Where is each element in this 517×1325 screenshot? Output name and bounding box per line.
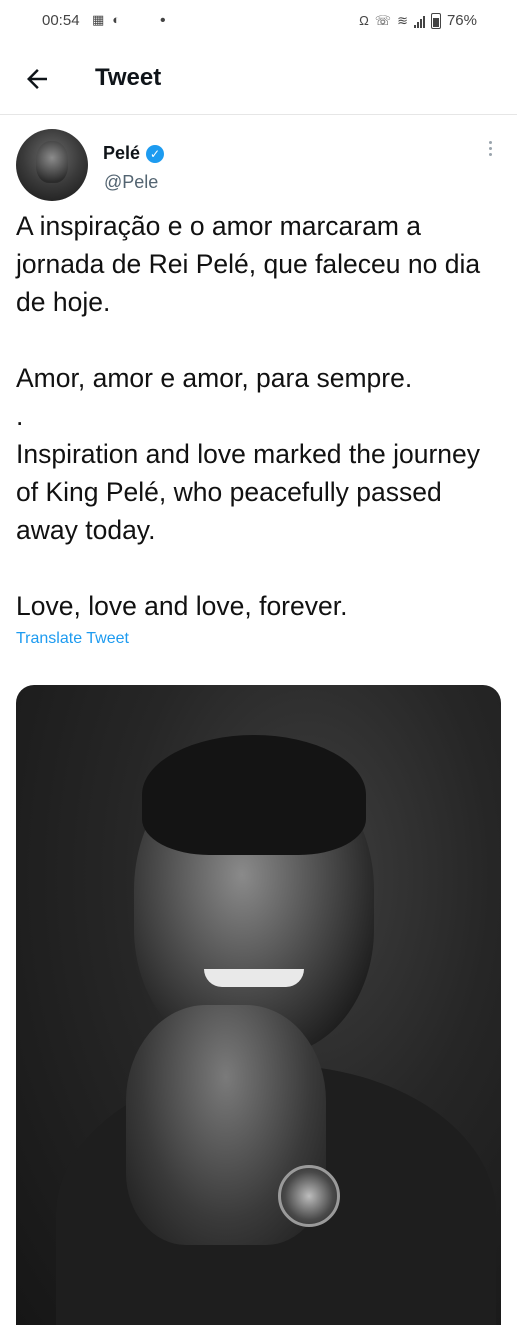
signal-icon bbox=[413, 14, 425, 28]
translate-tweet-link[interactable]: Translate Tweet bbox=[16, 630, 129, 648]
arrow-left-icon bbox=[27, 69, 47, 89]
battery-icon bbox=[430, 12, 441, 29]
battery-percent: 76% bbox=[446, 12, 477, 29]
tweet-paragraph: . bbox=[16, 401, 24, 431]
status-bar: 00:54 ▦ ◐ • Ω ☏ ≋ 76% bbox=[0, 0, 517, 42]
avatar[interactable] bbox=[16, 129, 88, 201]
author-row: Pelé ✓ bbox=[103, 143, 165, 164]
more-notifications-dot-icon: • bbox=[160, 12, 166, 29]
notification-icon: ◐ bbox=[112, 12, 121, 27]
top-app-bar: Tweet bbox=[0, 44, 517, 115]
teams-icon: ▦ bbox=[92, 12, 105, 27]
tweet-paragraph: Amor, amor e amor, para sempre. bbox=[16, 363, 413, 393]
headphones-icon: Ω bbox=[359, 12, 369, 28]
more-options-button[interactable] bbox=[480, 141, 500, 171]
author-handle[interactable]: @Pele bbox=[104, 172, 158, 193]
wifi-icon: ≋ bbox=[397, 12, 408, 28]
tweet-photo[interactable] bbox=[16, 685, 501, 1325]
tweet-paragraph: Inspiration and love marked the journey … bbox=[16, 439, 481, 545]
status-right: Ω ☏ ≋ 76% bbox=[359, 12, 477, 29]
tweet-text: A inspiração e o amor marcaram a jornada… bbox=[16, 207, 506, 625]
status-left-icons: ▦ ◐ bbox=[92, 12, 120, 28]
tweet-paragraph: A inspiração e o amor marcaram a jornada… bbox=[16, 211, 481, 317]
verified-badge-icon: ✓ bbox=[146, 144, 165, 163]
call-icon: ☏ bbox=[374, 12, 392, 28]
status-time: 00:54 bbox=[42, 12, 80, 29]
author-name[interactable]: Pelé bbox=[103, 143, 140, 164]
back-button[interactable] bbox=[22, 64, 52, 94]
page-title: Tweet bbox=[95, 64, 162, 91]
tweet-paragraph: Love, love and love, forever. bbox=[16, 591, 348, 621]
